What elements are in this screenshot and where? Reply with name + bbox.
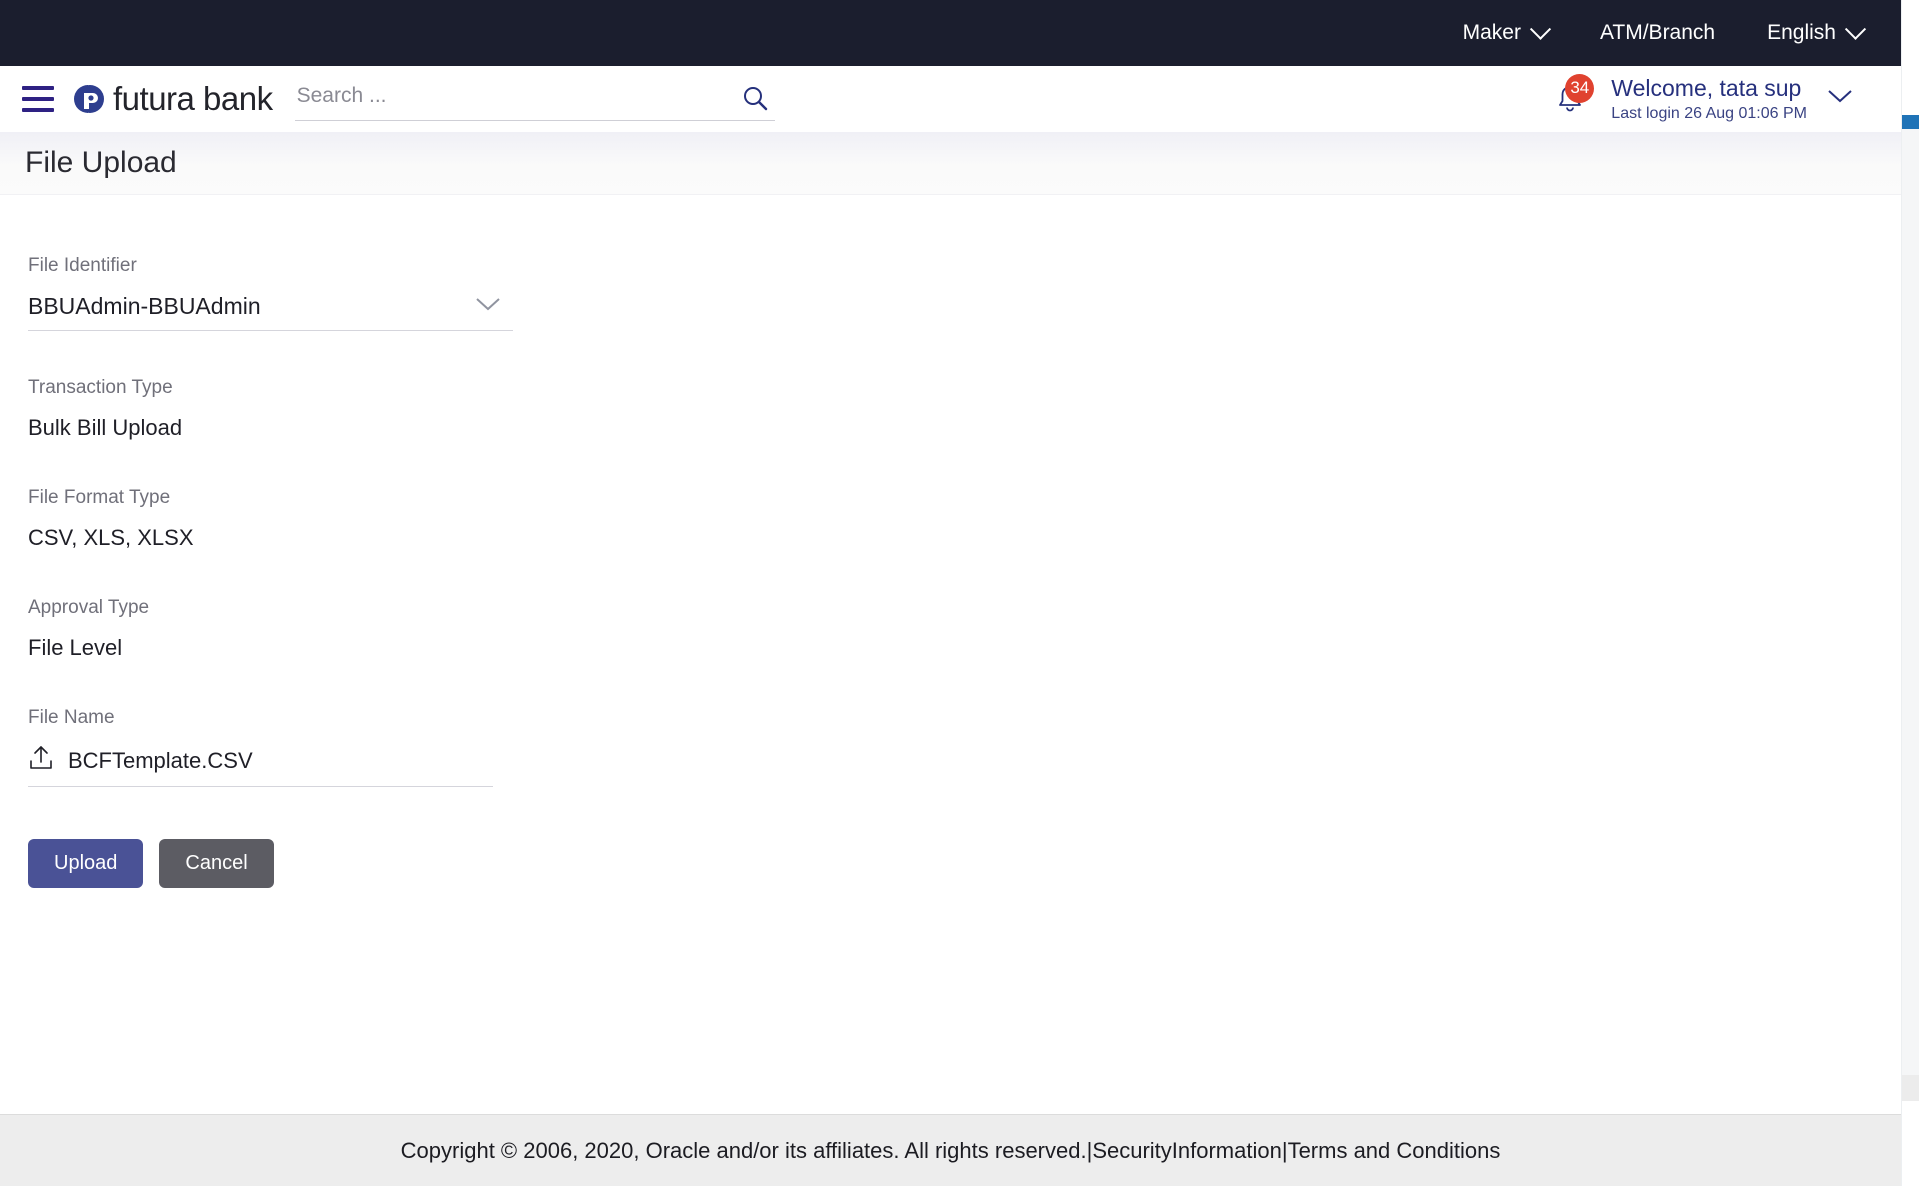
file-name-value: BCFTemplate.CSV [68, 748, 253, 774]
topbar-item-maker[interactable]: Maker [1437, 21, 1574, 45]
field-label: File Name [28, 707, 1901, 729]
field-transaction-type: Transaction Type Bulk Bill Upload [28, 377, 1901, 441]
hamburger-bar [22, 108, 54, 112]
last-login-text: Last login 26 Aug 01:06 PM [1611, 105, 1807, 123]
file-format-type-value: CSV, XLS, XLSX [28, 525, 1901, 551]
security-information-link[interactable]: SecurityInformation [1092, 1138, 1282, 1163]
approval-type-value: File Level [28, 635, 1901, 661]
topbar-item-atm-branch[interactable]: ATM/Branch [1574, 21, 1741, 45]
upload-icon[interactable] [28, 745, 54, 776]
file-identifier-select[interactable]: BBUAdmin-BBUAdmin [28, 293, 513, 331]
brand-name: futura bank [113, 80, 273, 118]
topbar-item-label: English [1767, 21, 1836, 45]
user-menu-chevron-down-icon[interactable] [1825, 87, 1855, 110]
field-label: File Identifier [28, 255, 1901, 277]
search-field[interactable] [295, 77, 775, 121]
terms-and-conditions-link[interactable]: Terms and Conditions [1288, 1138, 1501, 1163]
app-header: futura bank 34 Welcome, tata sup Last lo… [0, 66, 1901, 132]
vertical-scrollbar[interactable] [1901, 0, 1920, 1186]
chevron-down-icon [1530, 18, 1551, 39]
file-identifier-value: BBUAdmin-BBUAdmin [28, 293, 261, 320]
brand-logo[interactable]: futura bank [70, 80, 273, 118]
hamburger-bar [22, 97, 54, 101]
topbar-item-label: ATM/Branch [1600, 21, 1715, 45]
field-file-identifier: File Identifier BBUAdmin-BBUAdmin [28, 255, 1901, 331]
scrollbar-thumb[interactable] [1902, 115, 1919, 1075]
field-label: Approval Type [28, 597, 1901, 619]
file-upload-input[interactable]: BCFTemplate.CSV [28, 745, 493, 787]
form-actions: Upload Cancel [28, 839, 1901, 888]
futura-logo-icon [70, 81, 106, 117]
field-file-format-type: File Format Type CSV, XLS, XLSX [28, 487, 1901, 551]
field-label: Transaction Type [28, 377, 1901, 399]
field-label: File Format Type [28, 487, 1901, 509]
welcome-greeting: Welcome, tata sup [1611, 75, 1807, 101]
hamburger-bar [22, 86, 54, 90]
chevron-down-icon [1845, 18, 1866, 39]
cancel-button[interactable]: Cancel [159, 839, 273, 888]
topbar-item-label: Maker [1463, 21, 1521, 45]
user-menu[interactable]: Welcome, tata sup Last login 26 Aug 01:0… [1611, 75, 1807, 123]
footer-text: Copyright © 2006, 2020, Oracle and/or it… [401, 1138, 1501, 1164]
spacer [28, 331, 1901, 377]
field-file-name: File Name BCFTemplate.CSV [28, 707, 1901, 787]
transaction-type-value: Bulk Bill Upload [28, 415, 1901, 441]
scrollbar-bottom-segment [1902, 1075, 1919, 1101]
page-title-bar: File Upload [0, 132, 1901, 195]
topbar-item-english[interactable]: English [1741, 21, 1901, 45]
hamburger-menu-icon[interactable] [22, 86, 54, 112]
search-icon[interactable] [741, 84, 769, 112]
page-title: File Upload [25, 146, 177, 180]
chevron-down-icon [473, 295, 513, 318]
top-utility-bar: Maker ATM/Branch English [0, 0, 1901, 66]
footer-copyright: Copyright © 2006, 2020, Oracle and/or it… [401, 1138, 1087, 1163]
spacer [28, 441, 1901, 487]
field-approval-type: Approval Type File Level [28, 597, 1901, 661]
page-footer: Copyright © 2006, 2020, Oracle and/or it… [0, 1114, 1901, 1186]
notification-count-badge: 34 [1565, 74, 1594, 103]
spacer [28, 661, 1901, 707]
header-right-cluster: 34 Welcome, tata sup Last login 26 Aug 0… [1553, 75, 1901, 123]
spacer [28, 551, 1901, 597]
notifications-button[interactable]: 34 [1553, 82, 1587, 116]
upload-button[interactable]: Upload [28, 839, 143, 888]
file-upload-form: File Identifier BBUAdmin-BBUAdmin Transa… [0, 195, 1901, 1126]
search-input[interactable] [295, 84, 695, 114]
scrollbar-position-marker [1902, 115, 1919, 129]
